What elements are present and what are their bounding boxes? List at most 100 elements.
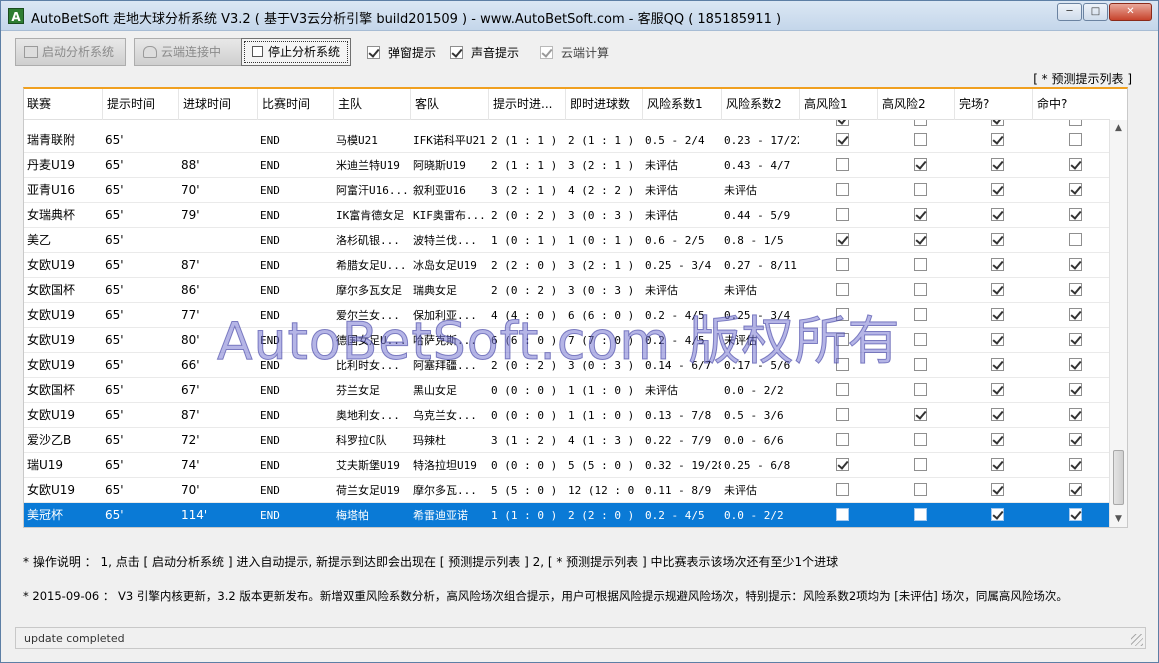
header-col-finished[interactable]: 完场? (954, 89, 1032, 120)
col-finished-checkbox[interactable] (991, 183, 1004, 196)
col-high-risk1-checkbox[interactable] (836, 383, 849, 396)
col-high-risk1-checkbox[interactable] (836, 358, 849, 371)
resize-grip-icon[interactable] (1131, 634, 1143, 646)
col-high-risk1-checkbox[interactable] (836, 133, 849, 146)
col-finished-checkbox[interactable] (991, 333, 1004, 346)
minimize-button[interactable]: ─ (1057, 3, 1082, 21)
col-hit-checkbox[interactable] (1069, 258, 1082, 271)
col-hit-checkbox[interactable] (1069, 308, 1082, 321)
header-col-league[interactable]: 联赛 (24, 89, 102, 120)
col-high-risk1-checkbox[interactable] (836, 283, 849, 296)
cloud-connect-button[interactable]: 云端连接中 (134, 38, 245, 66)
col-high-risk1-checkbox[interactable] (836, 308, 849, 321)
popup-checkbox-box[interactable] (367, 46, 380, 59)
col-hit-checkbox[interactable] (1069, 433, 1082, 446)
table-row[interactable]: 瑞青联附 65' END 马模U21 IFK诺科平U21 2 (1 : 1 ) 2 (1 :… (24, 128, 1110, 153)
col-finished-checkbox[interactable] (991, 283, 1004, 296)
scroll-thumb[interactable] (1113, 450, 1124, 505)
col-high-risk2-checkbox[interactable] (914, 233, 927, 246)
col-high-risk2-checkbox[interactable] (914, 408, 927, 421)
col-hit-checkbox[interactable] (1069, 133, 1082, 146)
header-col-tip-score[interactable]: 提示时进... (488, 89, 565, 120)
partial-row-checkbox-hr2[interactable] (914, 120, 927, 126)
vertical-scrollbar[interactable]: ▲ ▼ (1109, 120, 1127, 527)
popup-checkbox[interactable]: 弹窗提示 (367, 44, 436, 61)
col-finished-checkbox[interactable] (991, 458, 1004, 471)
col-high-risk2-checkbox[interactable] (914, 483, 927, 496)
header-col-goal-time[interactable]: 进球时间 (178, 89, 257, 120)
col-finished-checkbox[interactable] (991, 208, 1004, 221)
col-hit-checkbox[interactable] (1069, 333, 1082, 346)
table-row[interactable]: 亚青U16 65' 70' END 阿富汗U16... 叙利亚U16 3 (2 : 1 ) 4… (24, 178, 1110, 203)
col-finished-checkbox[interactable] (991, 433, 1004, 446)
table-row[interactable]: 美冠杯 65' 114' END 梅塔帕 希雷迪亚诺 1 (1 : 0 ) 2 (2 : 0 … (24, 503, 1110, 527)
table-row[interactable]: 女欧U19 65' 80' END 德国女足U... 哈萨克斯... 6 (6 : 0 ) 7… (24, 328, 1110, 353)
table-row[interactable]: 女欧国杯 65' 86' END 摩尔多瓦女足 瑞典女足 2 (0 : 2 ) 3 (0 : … (24, 278, 1110, 303)
col-finished-checkbox[interactable] (991, 233, 1004, 246)
col-high-risk1-checkbox[interactable] (836, 333, 849, 346)
scroll-down-icon[interactable]: ▼ (1110, 511, 1127, 527)
header-col-tip-time[interactable]: 提示时间 (102, 89, 178, 120)
col-high-risk1-checkbox[interactable] (836, 483, 849, 496)
header-col-high-risk2[interactable]: 高风险2 (877, 89, 954, 120)
table-row[interactable]: 女欧U19 65' 87' END 奥地利女... 乌克兰女... 0 (0 : 0 ) 1 … (24, 403, 1110, 428)
col-hit-checkbox[interactable] (1069, 208, 1082, 221)
header-col-away[interactable]: 客队 (410, 89, 488, 120)
table-row[interactable]: 女欧U19 65' 66' END 比利时女... 阿塞拜疆... 2 (0 : 2 ) 3 … (24, 353, 1110, 378)
col-high-risk1-checkbox[interactable] (836, 408, 849, 421)
col-high-risk2-checkbox[interactable] (914, 208, 927, 221)
table-row[interactable]: 女瑞典杯 65' 79' END IK富肯德女足 KIF奥雷布... 2 (0 : 2 ) 3… (24, 203, 1110, 228)
header-col-risk2[interactable]: 风险系数2 (721, 89, 799, 120)
col-hit-checkbox[interactable] (1069, 283, 1082, 296)
partial-row-checkbox-hr1[interactable] (836, 120, 849, 126)
header-col-high-risk1[interactable]: 高风险1 (799, 89, 877, 120)
col-finished-checkbox[interactable] (991, 258, 1004, 271)
col-high-risk2-checkbox[interactable] (914, 433, 927, 446)
col-finished-checkbox[interactable] (991, 158, 1004, 171)
col-finished-checkbox[interactable] (991, 383, 1004, 396)
sound-checkbox[interactable]: 声音提示 (450, 44, 519, 61)
header-col-risk1[interactable]: 风险系数1 (642, 89, 721, 120)
col-high-risk2-checkbox[interactable] (914, 308, 927, 321)
col-high-risk1-checkbox[interactable] (836, 208, 849, 221)
col-high-risk2-checkbox[interactable] (914, 133, 927, 146)
col-hit-checkbox[interactable] (1069, 483, 1082, 496)
col-hit-checkbox[interactable] (1069, 383, 1082, 396)
col-high-risk2-checkbox[interactable] (914, 458, 927, 471)
table-row[interactable]: 女欧U19 65' 77' END 爱尔兰女... 保加利亚... 4 (4 : 0 ) 6 … (24, 303, 1110, 328)
col-high-risk1-checkbox[interactable] (836, 233, 849, 246)
partial-row-checkbox-hit[interactable] (1069, 120, 1082, 126)
col-finished-checkbox[interactable] (991, 483, 1004, 496)
col-high-risk2-checkbox[interactable] (914, 283, 927, 296)
start-analysis-button[interactable]: 启动分析系统 (15, 38, 126, 66)
table-row[interactable]: 女欧国杯 65' 67' END 芬兰女足 黑山女足 0 (0 : 0 ) 1 (1 : 0 … (24, 378, 1110, 403)
title-bar[interactable]: A AutoBetSoft 走地大球分析系统 V3.2 ( 基于V3云分析引擎 … (1, 1, 1158, 31)
col-high-risk2-checkbox[interactable] (914, 383, 927, 396)
col-finished-checkbox[interactable] (991, 308, 1004, 321)
col-high-risk1-checkbox[interactable] (836, 458, 849, 471)
table-row[interactable]: 女欧U19 65' 87' END 希腊女足U... 冰岛女足U19 2 (2 : 0 ) 3… (24, 253, 1110, 278)
col-finished-checkbox[interactable] (991, 358, 1004, 371)
col-hit-checkbox[interactable] (1069, 158, 1082, 171)
col-high-risk2-checkbox[interactable] (914, 258, 927, 271)
maximize-button[interactable]: □ (1083, 3, 1108, 21)
close-button[interactable]: ✕ (1109, 3, 1152, 21)
col-high-risk1-checkbox[interactable] (836, 433, 849, 446)
table-row[interactable]: 爱沙乙B 65' 72' END 科罗拉C队 玛辣杜 3 (1 : 2 ) 4 (1 : 3 … (24, 428, 1110, 453)
header-col-hit[interactable]: 命中? (1032, 89, 1110, 120)
header-col-home[interactable]: 主队 (333, 89, 410, 120)
header-col-match-time[interactable]: 比赛时间 (257, 89, 333, 120)
table-row[interactable]: 瑞U19 65' 74' END 艾夫斯堡U19 特洛拉坦U19 0 (0 : 0 ) 5 (… (24, 453, 1110, 478)
col-hit-checkbox[interactable] (1069, 233, 1082, 246)
col-high-risk1-checkbox[interactable] (836, 508, 849, 521)
table-row[interactable]: 女欧U19 65' 70' END 荷兰女足U19 摩尔多瓦... 5 (5 : 0 ) 12… (24, 478, 1110, 503)
header-col-live-score[interactable]: 即时进球数 (565, 89, 642, 120)
col-hit-checkbox[interactable] (1069, 458, 1082, 471)
partial-row-checkbox-done[interactable] (991, 120, 1004, 126)
col-high-risk2-checkbox[interactable] (914, 183, 927, 196)
col-finished-checkbox[interactable] (991, 408, 1004, 421)
col-high-risk2-checkbox[interactable] (914, 333, 927, 346)
col-hit-checkbox[interactable] (1069, 408, 1082, 421)
cloud-calc-checkbox[interactable]: 云端计算 (540, 44, 609, 61)
sound-checkbox-box[interactable] (450, 46, 463, 59)
